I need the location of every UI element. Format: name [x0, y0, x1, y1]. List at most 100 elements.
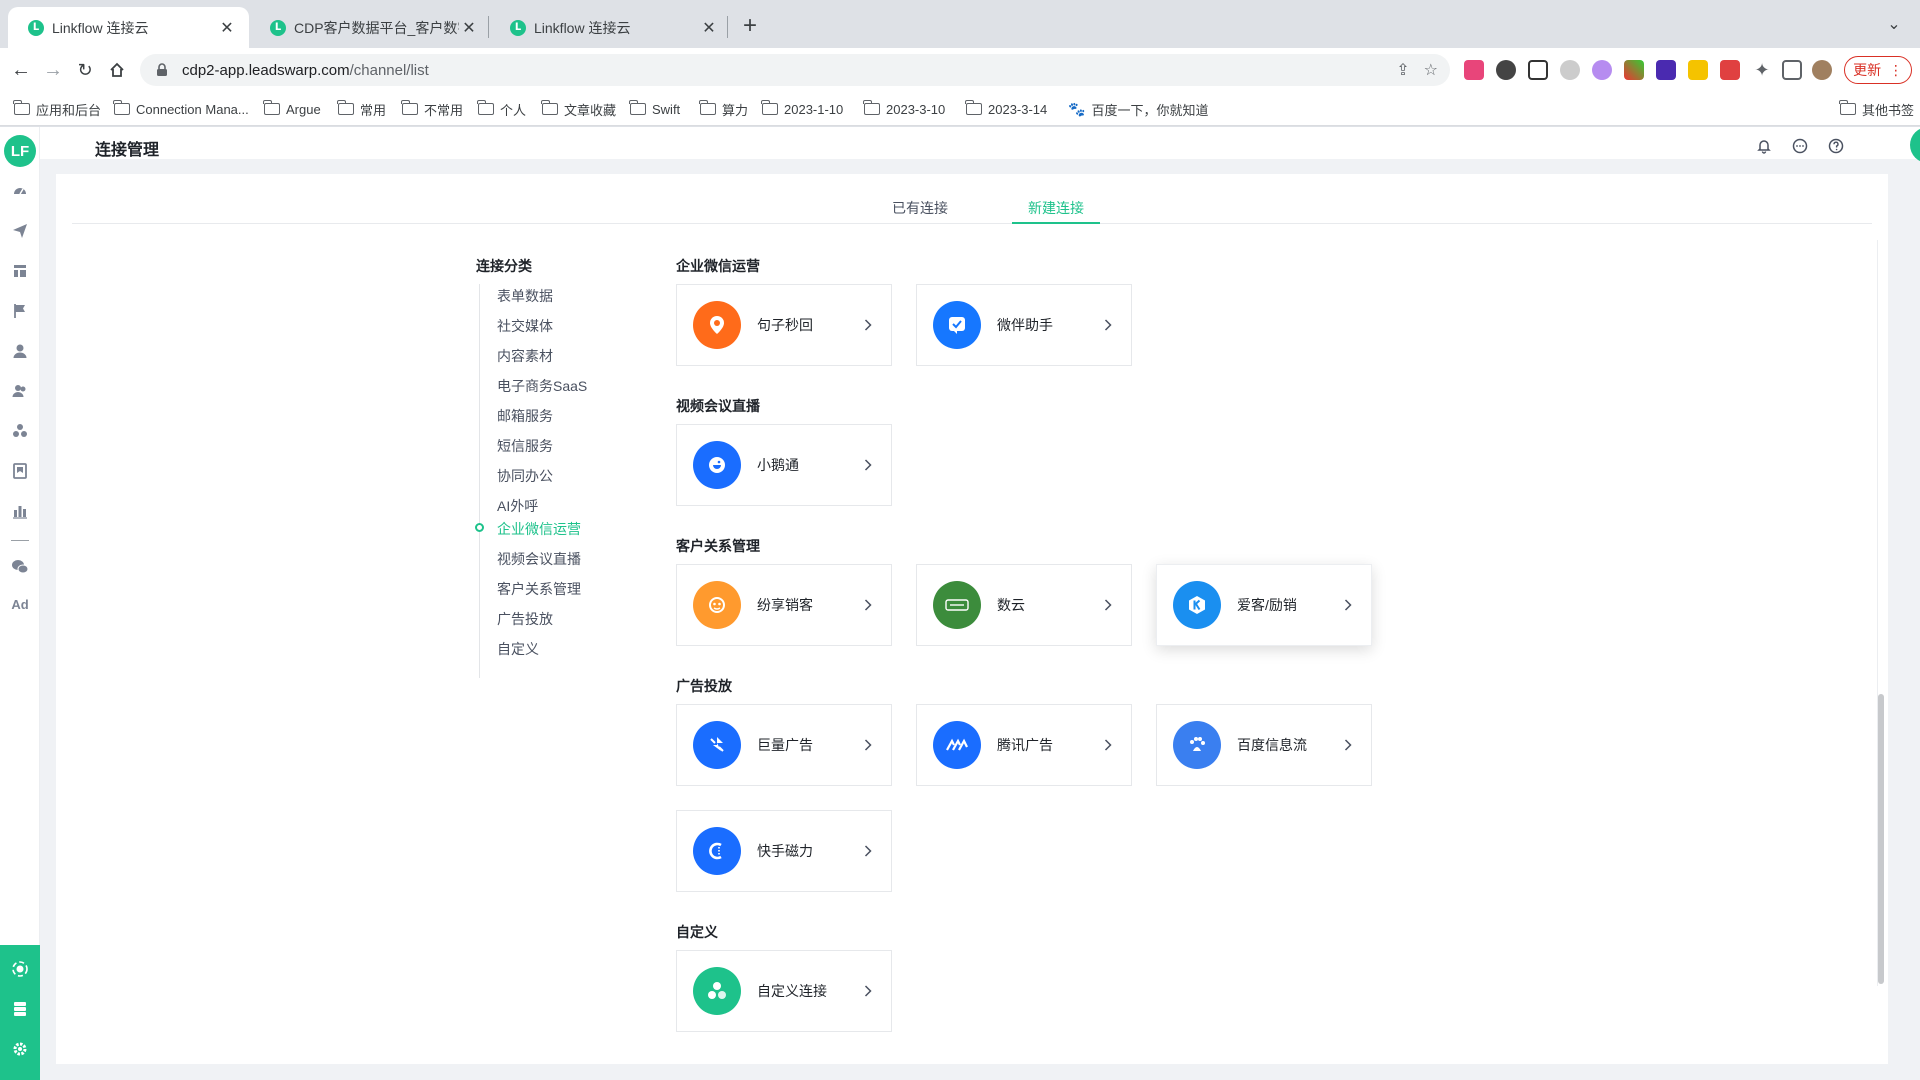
extensions-puzzle-icon[interactable]: ✦: [1752, 60, 1772, 80]
reload-icon[interactable]: ↻: [72, 57, 98, 83]
folder-icon: [863, 100, 880, 115]
category-item[interactable]: 协同办公: [497, 466, 553, 486]
bookmark-folder[interactable]: 2023-3-10: [863, 92, 945, 126]
database-icon[interactable]: [10, 999, 30, 1019]
close-icon[interactable]: ✕: [217, 18, 237, 38]
share-icon[interactable]: ⇪: [1396, 60, 1409, 80]
bookmark-folder[interactable]: 文章收藏: [541, 92, 616, 126]
category-item[interactable]: 邮箱服务: [497, 406, 553, 426]
category-item[interactable]: 电子商务SaaS: [497, 376, 587, 396]
home-icon[interactable]: [104, 57, 130, 83]
connector-card[interactable]: 数云: [916, 564, 1132, 646]
extension-screen-icon[interactable]: [1720, 60, 1740, 80]
tab-new-connection[interactable]: 新建连接: [1012, 198, 1100, 218]
bookmark-folder[interactable]: 个人: [477, 92, 526, 126]
extension-spy-icon[interactable]: [1496, 60, 1516, 80]
category-item[interactable]: 社交媒体: [497, 316, 553, 336]
bookmark-star-icon[interactable]: ☆: [1424, 60, 1438, 80]
update-button[interactable]: 更新 ⋮: [1844, 56, 1912, 84]
layout-icon[interactable]: [10, 261, 30, 281]
category-item[interactable]: 短信服务: [497, 436, 553, 456]
connector-card[interactable]: 腾讯广告: [916, 704, 1132, 786]
user-group-icon[interactable]: [10, 381, 30, 401]
browser-tab-3[interactable]: ᒪ Linkflow 连接云 ✕: [490, 7, 731, 48]
close-icon[interactable]: ✕: [459, 18, 479, 38]
bookmark-folder[interactable]: Connection Mana...: [113, 92, 249, 126]
extension-orb-icon[interactable]: [1592, 60, 1612, 80]
bookmark-folder[interactable]: Swift: [629, 92, 680, 126]
side-panel-icon[interactable]: [1782, 60, 1802, 80]
dashboard-icon[interactable]: [10, 181, 30, 201]
connection-tabs: 已有连接 新建连接: [72, 174, 1872, 224]
main-content: 已有连接 新建连接 连接分类 表单数据 社交媒体 内容素材 电子商务SaaS 邮…: [56, 174, 1888, 1064]
kuaishou-icon: [693, 827, 741, 875]
user-avatar[interactable]: [1910, 127, 1920, 163]
bookmark-folder[interactable]: 算力: [699, 92, 748, 126]
wechat-icon[interactable]: [10, 557, 30, 577]
browser-toolbar: ← → ↻ cdp2-app.leadswarp.com/channel/lis…: [0, 48, 1920, 92]
linkflow-logo[interactable]: LF: [4, 135, 36, 167]
tab-search-chevron-icon[interactable]: ⌄: [1882, 12, 1906, 36]
category-item[interactable]: 表单数据: [497, 286, 553, 306]
new-tab-button[interactable]: +: [736, 12, 764, 40]
extension-translate-icon[interactable]: [1464, 60, 1484, 80]
bookmark-folder[interactable]: 2023-3-14: [965, 92, 1047, 126]
bookmark-folder[interactable]: Argue: [263, 92, 321, 126]
tab-title: CDP客户数据平台_客户数字化全: [294, 19, 459, 36]
message-icon[interactable]: [1790, 136, 1810, 156]
category-item[interactable]: 视频会议直播: [497, 549, 581, 569]
extension-cube-icon[interactable]: [1656, 60, 1676, 80]
bookmark-folder[interactable]: 常用: [337, 92, 386, 126]
category-item[interactable]: 自定义: [497, 639, 539, 659]
connector-name: 句子秒回: [757, 317, 813, 333]
scrollbar-thumb[interactable]: [1878, 694, 1884, 984]
browser-tab-2[interactable]: ᒪ CDP客户数据平台_客户数字化全 ✕: [250, 7, 491, 48]
lock-icon[interactable]: [154, 62, 170, 78]
settings-gear-icon[interactable]: [10, 1039, 30, 1059]
extension-lock-icon[interactable]: [1688, 60, 1708, 80]
ad-nav-icon[interactable]: Ad: [0, 597, 40, 612]
forward-arrow-icon[interactable]: →: [40, 57, 66, 83]
help-icon[interactable]: [1826, 136, 1846, 156]
connector-card[interactable]: 自定义连接: [676, 950, 892, 1032]
category-item[interactable]: 广告投放: [497, 609, 553, 629]
tab-existing-connections[interactable]: 已有连接: [892, 198, 948, 218]
connector-card[interactable]: 百度信息流: [1156, 704, 1372, 786]
bar-chart-icon[interactable]: [10, 501, 30, 521]
bell-icon[interactable]: [1754, 136, 1774, 156]
category-item[interactable]: 内容素材: [497, 346, 553, 366]
connector-card[interactable]: 快手磁力: [676, 810, 892, 892]
flag-icon[interactable]: [10, 301, 30, 321]
connector-card[interactable]: 微伴助手: [916, 284, 1132, 366]
profile-avatar[interactable]: [1812, 60, 1832, 80]
bookmark-folder[interactable]: 不常用: [401, 92, 463, 126]
connector-card[interactable]: 纷享销客: [676, 564, 892, 646]
send-icon[interactable]: [10, 221, 30, 241]
category-item[interactable]: 客户关系管理: [497, 579, 581, 599]
address-bar[interactable]: cdp2-app.leadswarp.com/channel/list ⇪ ☆: [140, 54, 1450, 86]
other-bookmarks[interactable]: 其他书签: [1839, 92, 1914, 126]
bookmark-folder[interactable]: 应用和后台: [13, 92, 101, 126]
bookmark-link[interactable]: 🐾 百度一下，你就知道: [1068, 92, 1208, 126]
user-icon[interactable]: [10, 341, 30, 361]
bookmark-tag-icon[interactable]: [10, 461, 30, 481]
browser-tab-1[interactable]: ᒪ Linkflow 连接云 ✕: [8, 7, 249, 48]
check-bubble-icon: [933, 301, 981, 349]
bookmark-folder[interactable]: 2023-1-10: [761, 92, 843, 126]
extension-capture-icon[interactable]: [1528, 60, 1548, 80]
connector-card[interactable]: 巨量广告: [676, 704, 892, 786]
back-arrow-icon[interactable]: ←: [8, 57, 34, 83]
folder-icon: [263, 100, 280, 115]
linkflow-favicon: ᒪ: [270, 19, 286, 36]
connection-hub-icon[interactable]: [10, 959, 30, 979]
category-item[interactable]: AI外呼: [497, 496, 538, 516]
extension-gear-icon[interactable]: [1560, 60, 1580, 80]
connector-card[interactable]: 小鹅通: [676, 424, 892, 506]
connector-card[interactable]: 爱客/励销: [1156, 564, 1372, 646]
category-item-active[interactable]: 企业微信运营: [497, 519, 581, 539]
chevron-right-icon: [861, 458, 875, 472]
connector-card[interactable]: 句子秒回: [676, 284, 892, 366]
segments-icon[interactable]: [10, 421, 30, 441]
close-icon[interactable]: ✕: [699, 18, 719, 38]
extension-color-icon[interactable]: [1624, 60, 1644, 80]
